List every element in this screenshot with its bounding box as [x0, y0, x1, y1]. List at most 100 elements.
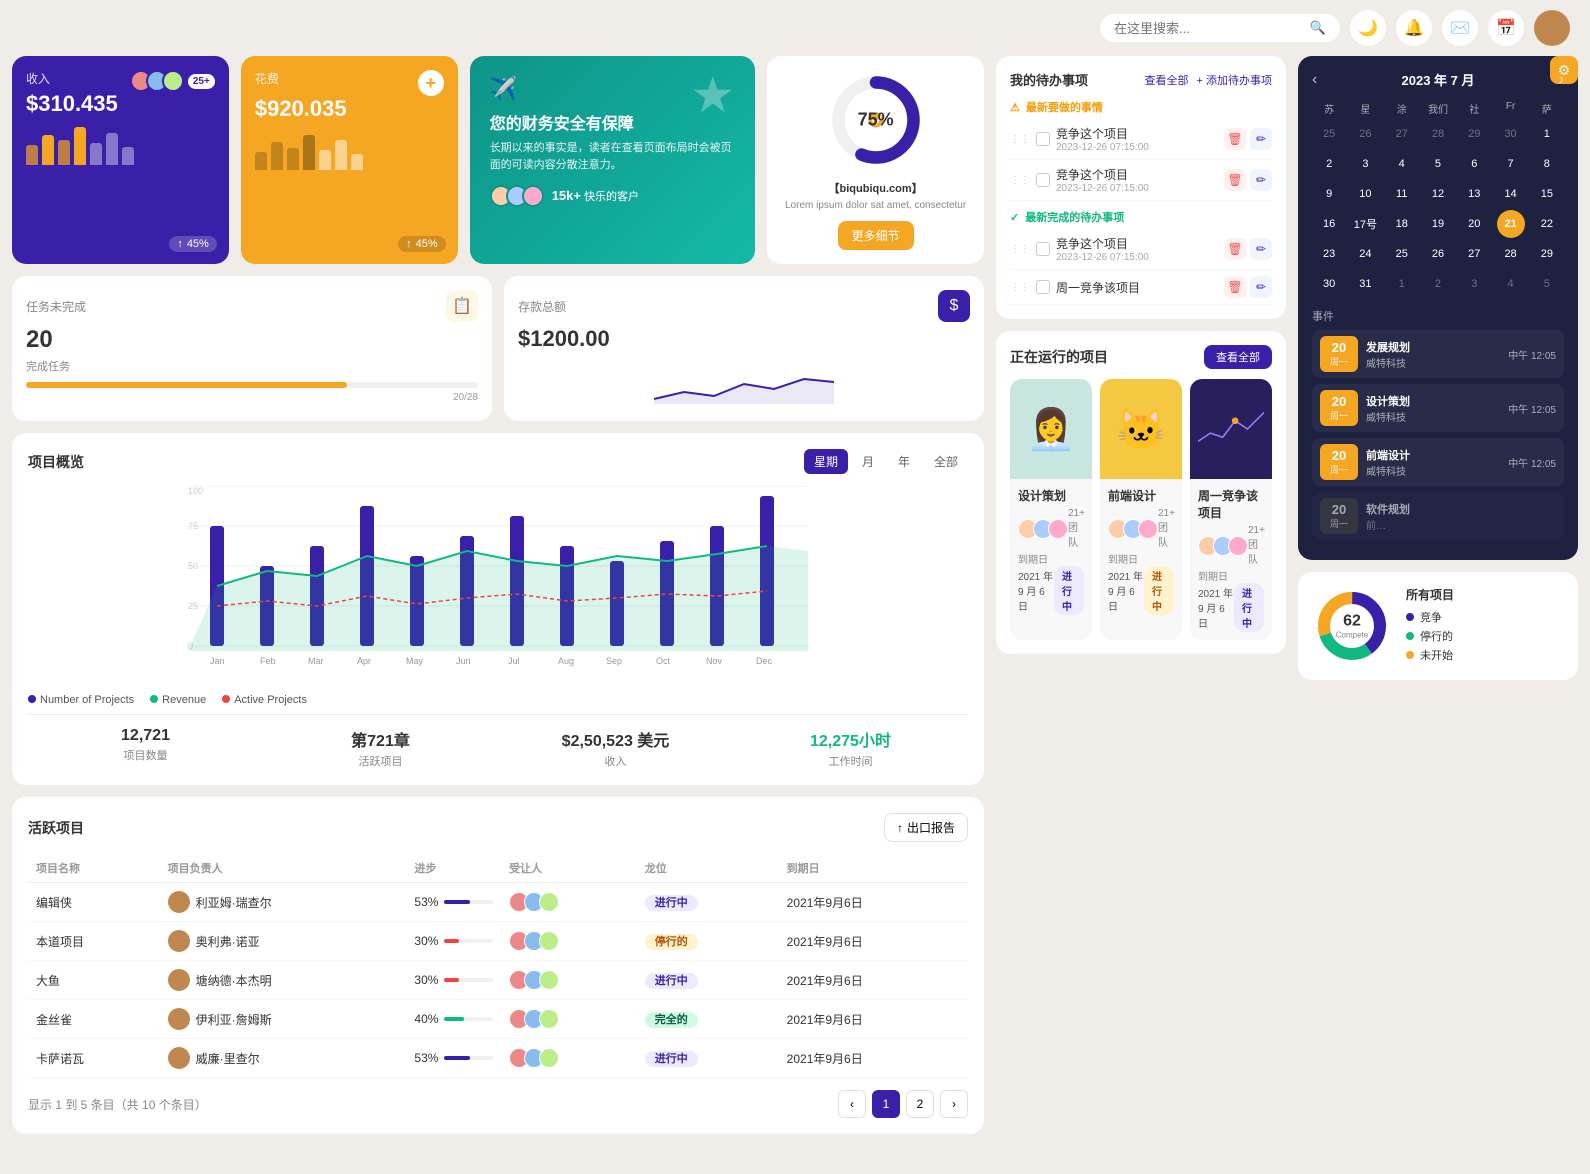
cal-day-21[interactable]: 21 — [1497, 210, 1525, 238]
cal-day-11[interactable]: 11 — [1388, 180, 1416, 208]
todo-checkbox-1[interactable] — [1036, 132, 1050, 146]
bell-icon[interactable]: 🔔 — [1396, 10, 1432, 46]
todo-delete-2[interactable]: 🗑 — [1224, 169, 1246, 191]
tab-yearly[interactable]: 年 — [888, 449, 920, 474]
cal-day-29[interactable]: 29 — [1533, 240, 1561, 268]
prev-page-btn[interactable]: ‹ — [838, 1090, 866, 1118]
todo-edit-4[interactable]: ✏ — [1250, 276, 1272, 298]
assignee-av-3-4 — [539, 1048, 559, 1068]
expense-bar-chart — [255, 130, 444, 170]
todo-checkbox-2[interactable] — [1036, 173, 1050, 187]
cal-day-30[interactable]: 30 — [1315, 270, 1343, 298]
cal-day-13[interactable]: 13 — [1460, 180, 1488, 208]
todo-delete-4[interactable]: 🗑 — [1224, 276, 1246, 298]
todo-delete-1[interactable]: 🗑 — [1224, 128, 1246, 150]
svg-text:100: 100 — [188, 486, 203, 496]
todo-text-2: 竞争这个项目 — [1056, 166, 1218, 183]
cal-day-7[interactable]: 7 — [1497, 150, 1525, 178]
cal-day-next-2[interactable]: 2 — [1424, 270, 1452, 298]
cal-day-23[interactable]: 23 — [1315, 240, 1343, 268]
todo-view-all[interactable]: 查看全部 — [1145, 72, 1189, 88]
todo-delete-3[interactable]: 🗑 — [1224, 238, 1246, 260]
todo-checkbox-3[interactable] — [1036, 242, 1050, 256]
moon-icon[interactable]: 🌙 — [1350, 10, 1386, 46]
page-1-btn[interactable]: 1 — [872, 1090, 900, 1118]
cal-day-prev-26[interactable]: 26 — [1351, 120, 1379, 148]
cal-day-next-1[interactable]: 1 — [1388, 270, 1416, 298]
owner-avatar-0 — [168, 891, 190, 913]
tab-monthly[interactable]: 月 — [852, 449, 884, 474]
cal-day-prev-30[interactable]: 30 — [1497, 120, 1525, 148]
next-page-btn[interactable]: › — [940, 1090, 968, 1118]
cal-day-2[interactable]: 2 — [1315, 150, 1343, 178]
revenue-badge-count: 25+ — [188, 74, 215, 89]
export-btn[interactable]: ↑ 出口报告 — [884, 813, 968, 842]
task-progress-text: 20/28 — [26, 392, 478, 403]
cal-prev-btn[interactable]: ‹ — [1312, 71, 1317, 89]
page-2-btn[interactable]: 2 — [906, 1090, 934, 1118]
prog-fill-3 — [444, 1017, 463, 1021]
cal-day-28[interactable]: 28 — [1497, 240, 1525, 268]
assignee-av-3-3 — [539, 1009, 559, 1029]
cal-day-prev-25[interactable]: 25 — [1315, 120, 1343, 148]
progress-pct-2: 30% — [414, 973, 438, 987]
cal-day-1[interactable]: 1 — [1533, 120, 1561, 148]
cal-day-6[interactable]: 6 — [1460, 150, 1488, 178]
cal-day-next-3[interactable]: 3 — [1460, 270, 1488, 298]
cal-day-8[interactable]: 8 — [1533, 150, 1561, 178]
cal-day-26[interactable]: 26 — [1424, 240, 1452, 268]
drag-handle-4[interactable]: ⋮⋮ — [1010, 282, 1030, 293]
cal-day-24[interactable]: 24 — [1351, 240, 1379, 268]
running-view-all-btn[interactable]: 查看全部 — [1204, 345, 1272, 369]
cal-next-btn[interactable]: › — [1559, 71, 1564, 89]
cal-day-31[interactable]: 31 — [1351, 270, 1379, 298]
avatar-3 — [162, 70, 184, 92]
cal-day-4[interactable]: 4 — [1388, 150, 1416, 178]
search-input[interactable] — [1114, 21, 1302, 36]
cal-day-16[interactable]: 16 — [1315, 210, 1343, 238]
todo-edit-2[interactable]: ✏ — [1250, 169, 1272, 191]
drag-handle-2[interactable]: ⋮⋮ — [1010, 175, 1030, 186]
cal-day-3[interactable]: 3 — [1351, 150, 1379, 178]
more-details-btn[interactable]: 更多细节 — [838, 221, 914, 250]
todo-add[interactable]: + 添加待办事项 — [1197, 72, 1272, 88]
calendar-icon[interactable]: 📅 — [1488, 10, 1524, 46]
todo-edit-1[interactable]: ✏ — [1250, 128, 1272, 150]
owner-avatar-2 — [168, 969, 190, 991]
cal-day-27[interactable]: 27 — [1460, 240, 1488, 268]
cal-day-9[interactable]: 9 — [1315, 180, 1343, 208]
cal-day-20[interactable]: 20 — [1460, 210, 1488, 238]
tab-weekly[interactable]: 星期 — [804, 449, 848, 474]
drag-handle-1[interactable]: ⋮⋮ — [1010, 134, 1030, 145]
cal-day-prev-29[interactable]: 29 — [1460, 120, 1488, 148]
cal-day-next-5[interactable]: 5 — [1533, 270, 1561, 298]
cal-day-prev-27[interactable]: 27 — [1388, 120, 1416, 148]
cal-day-19[interactable]: 19 — [1424, 210, 1452, 238]
search-box[interactable]: 🔍 — [1100, 14, 1340, 42]
todo-actions-4: 🗑 ✏ — [1224, 276, 1272, 298]
cal-day-prev-28[interactable]: 28 — [1424, 120, 1452, 148]
progress-cell-4: 53% — [414, 1051, 493, 1065]
tasks-label: 任务未完成 — [26, 300, 86, 314]
cal-day-22[interactable]: 22 — [1533, 210, 1561, 238]
calendar-settings-btn[interactable]: ⚙ — [1550, 56, 1578, 84]
cal-day-12[interactable]: 12 — [1424, 180, 1452, 208]
mail-icon[interactable]: ✉️ — [1442, 10, 1478, 46]
warning-icon: ⚠ — [1010, 101, 1020, 114]
tab-all[interactable]: 全部 — [924, 449, 968, 474]
drag-handle-3[interactable]: ⋮⋮ — [1010, 244, 1030, 255]
cal-day-18[interactable]: 18 — [1388, 210, 1416, 238]
expense-add-btn[interactable]: + — [418, 70, 444, 96]
cal-day-25[interactable]: 25 — [1388, 240, 1416, 268]
todo-edit-3[interactable]: ✏ — [1250, 238, 1272, 260]
cal-day-10[interactable]: 10 — [1351, 180, 1379, 208]
status-1: 停行的 — [645, 934, 698, 950]
cal-day-14[interactable]: 14 — [1497, 180, 1525, 208]
cal-day-15[interactable]: 15 — [1533, 180, 1561, 208]
user-avatar[interactable] — [1534, 10, 1570, 46]
cal-day-5[interactable]: 5 — [1424, 150, 1452, 178]
cal-day-next-4[interactable]: 4 — [1497, 270, 1525, 298]
cal-day-17[interactable]: 17号 — [1351, 210, 1379, 238]
todo-checkbox-4[interactable] — [1036, 280, 1050, 294]
team-av-9 — [1228, 536, 1248, 556]
